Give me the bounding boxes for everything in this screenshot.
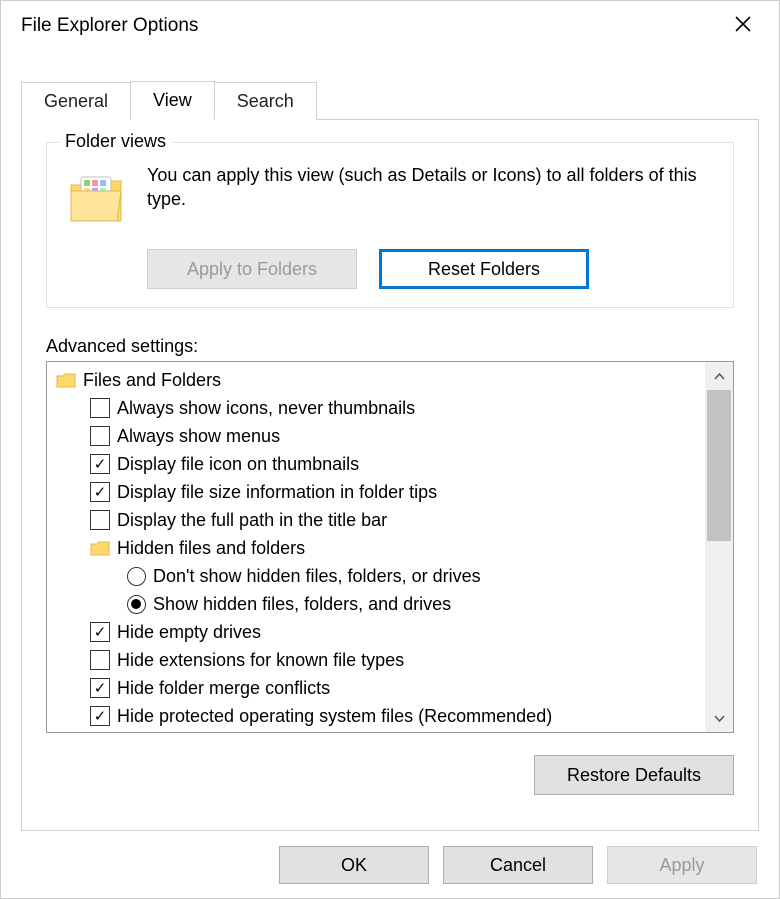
chevron-down-icon xyxy=(714,715,725,722)
tree-item-checkbox[interactable]: ✓ Hide protected operating system files … xyxy=(53,702,705,730)
tree-group-label: Hidden files and folders xyxy=(117,538,305,559)
dialog-button-row: OK Cancel Apply xyxy=(279,846,757,884)
scroll-thumb[interactable] xyxy=(707,390,731,541)
title-bar: File Explorer Options xyxy=(1,1,779,51)
tree-group-label: Files and Folders xyxy=(83,370,221,391)
scroll-track[interactable] xyxy=(705,390,733,704)
chevron-up-icon xyxy=(714,373,725,380)
checkbox-checked-icon: ✓ xyxy=(89,453,111,475)
folder-views-group: Folder views You can apply t xyxy=(46,142,734,308)
tree-item-checkbox[interactable]: Always show menus xyxy=(53,422,705,450)
tree-item-checkbox[interactable]: Always show icons, never thumbnails xyxy=(53,394,705,422)
tree-group-files-and-folders[interactable]: Files and Folders xyxy=(53,366,705,394)
checkbox-icon xyxy=(89,397,111,419)
tree-item-label: Show hidden files, folders, and drives xyxy=(153,594,451,615)
folder-icon xyxy=(89,537,111,559)
scroll-down-button[interactable] xyxy=(705,704,733,732)
folder-views-description: You can apply this view (such as Details… xyxy=(147,163,715,212)
tab-view[interactable]: View xyxy=(130,81,215,120)
checkbox-checked-icon: ✓ xyxy=(89,481,111,503)
tree-item-label: Hide folder merge conflicts xyxy=(117,678,330,699)
reset-folders-button[interactable]: Reset Folders xyxy=(379,249,589,289)
tree-item-checkbox[interactable]: ✓ Display file icon on thumbnails xyxy=(53,450,705,478)
tree-item-label: Display the full path in the title bar xyxy=(117,510,387,531)
tree-item-radio[interactable]: Don't show hidden files, folders, or dri… xyxy=(53,562,705,590)
advanced-scrollbar[interactable] xyxy=(705,362,733,732)
folder-thumbnail-icon xyxy=(65,167,129,231)
tree-item-label: Display file icon on thumbnails xyxy=(117,454,359,475)
tree-item-label: Don't show hidden files, folders, or dri… xyxy=(153,566,481,587)
tree-item-radio[interactable]: Show hidden files, folders, and drives xyxy=(53,590,705,618)
tree-item-label: Always show menus xyxy=(117,426,280,447)
apply-button: Apply xyxy=(607,846,757,884)
checkbox-icon xyxy=(89,649,111,671)
checkbox-icon xyxy=(89,509,111,531)
tree-item-checkbox[interactable]: Display the full path in the title bar xyxy=(53,506,705,534)
tree-item-label: Hide extensions for known file types xyxy=(117,650,404,671)
scroll-up-button[interactable] xyxy=(705,362,733,390)
tree-item-checkbox[interactable]: ✓ Hide empty drives xyxy=(53,618,705,646)
cancel-button[interactable]: Cancel xyxy=(443,846,593,884)
advanced-settings-tree[interactable]: Files and Folders Always show icons, nev… xyxy=(47,362,705,732)
radio-icon xyxy=(125,565,147,587)
restore-defaults-button[interactable]: Restore Defaults xyxy=(534,755,734,795)
tree-item-label: Hide empty drives xyxy=(117,622,261,643)
tab-panel-view: Folder views You can apply t xyxy=(21,119,759,831)
apply-to-folders-button: Apply to Folders xyxy=(147,249,357,289)
tab-general[interactable]: General xyxy=(21,82,131,120)
advanced-settings-label: Advanced settings: xyxy=(46,336,734,357)
tree-item-label: Always show icons, never thumbnails xyxy=(117,398,415,419)
dialog-window: File Explorer Options General View Searc… xyxy=(0,0,780,899)
checkbox-checked-icon: ✓ xyxy=(89,621,111,643)
advanced-settings-box: Files and Folders Always show icons, nev… xyxy=(46,361,734,733)
tree-item-checkbox[interactable]: Hide extensions for known file types xyxy=(53,646,705,674)
tree-item-label: Hide protected operating system files (R… xyxy=(117,706,552,727)
checkbox-checked-icon: ✓ xyxy=(89,705,111,727)
tab-strip: General View Search xyxy=(21,79,779,119)
window-title: File Explorer Options xyxy=(21,15,198,37)
folder-views-legend: Folder views xyxy=(59,131,172,152)
tab-search[interactable]: Search xyxy=(214,82,317,120)
tree-group-hidden-files[interactable]: Hidden files and folders xyxy=(53,534,705,562)
tree-item-checkbox[interactable]: ✓ Hide folder merge conflicts xyxy=(53,674,705,702)
folder-icon xyxy=(55,369,77,391)
checkbox-icon xyxy=(89,425,111,447)
close-icon xyxy=(734,15,752,33)
tree-item-label: Display file size information in folder … xyxy=(117,482,437,503)
close-button[interactable] xyxy=(723,6,763,46)
ok-button[interactable]: OK xyxy=(279,846,429,884)
checkbox-checked-icon: ✓ xyxy=(89,677,111,699)
tree-item-checkbox[interactable]: ✓ Display file size information in folde… xyxy=(53,478,705,506)
radio-selected-icon xyxy=(125,593,147,615)
